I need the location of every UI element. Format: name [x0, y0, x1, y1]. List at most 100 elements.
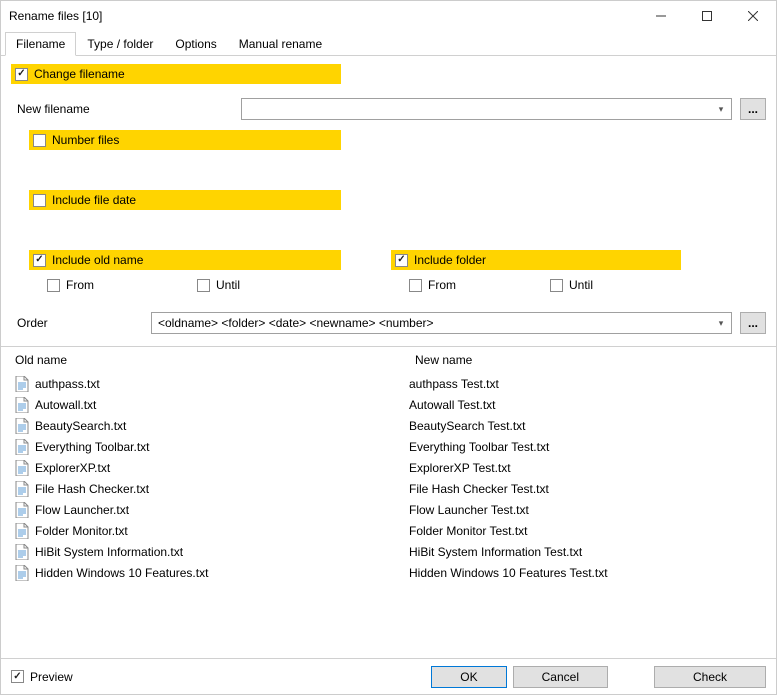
include-old-name-checkbox[interactable] [33, 254, 46, 267]
ok-button[interactable]: OK [431, 666, 506, 688]
file-new-name: BeautySearch Test.txt [409, 419, 762, 433]
file-old-name: HiBit System Information.txt [35, 545, 183, 559]
include-file-date-checkbox[interactable] [33, 194, 46, 207]
new-filename-combo[interactable]: ▾ [241, 98, 732, 120]
text-file-icon [15, 376, 29, 392]
window-controls [638, 1, 776, 31]
file-row[interactable]: Everything Toolbar.txt Everything Toolbar… [15, 436, 762, 457]
column-header-old[interactable]: Old name [15, 353, 415, 367]
file-old-name: ExplorerXP.txt [35, 461, 110, 475]
include-folder-checkbox[interactable] [395, 254, 408, 267]
text-file-icon [15, 502, 29, 518]
file-row[interactable]: ExplorerXP.txt ExplorerXP Test.txt [15, 457, 762, 478]
file-row[interactable]: File Hash Checker.txt File Hash Checker T… [15, 478, 762, 499]
file-new-name: Flow Launcher Test.txt [409, 503, 762, 517]
folder-until-checkbox[interactable] [550, 279, 563, 292]
old-name-range-row: From Until [29, 278, 361, 292]
old-name-from-label: From [66, 278, 94, 292]
tab-options[interactable]: Options [164, 32, 227, 56]
file-new-name: ExplorerXP Test.txt [409, 461, 762, 475]
footer: Preview OK Cancel Check [1, 658, 776, 694]
order-row: Order <oldname> <folder> <date> <newname… [11, 312, 766, 334]
file-new-name: Hidden Windows 10 Features Test.txt [409, 566, 762, 580]
rename-files-window: Rename files [10] Filename Type / folder… [0, 0, 777, 695]
tab-bar: Filename Type / folder Options Manual re… [1, 31, 776, 56]
number-files-row: Number files [11, 130, 766, 150]
chevron-down-icon: ▾ [713, 101, 729, 117]
file-list[interactable]: authpass.txt authpass Test.txt Autowall.tx… [11, 373, 766, 658]
tab-content: Change filename New filename ▾ ... Numbe… [1, 56, 776, 658]
file-new-name: HiBit System Information Test.txt [409, 545, 762, 559]
include-file-date-row: Include file date [11, 190, 766, 210]
cancel-button[interactable]: Cancel [513, 666, 608, 688]
file-old-name: Folder Monitor.txt [35, 524, 128, 538]
change-filename-highlight: Change filename [11, 64, 341, 84]
text-file-icon [15, 481, 29, 497]
file-old-name: Flow Launcher.txt [35, 503, 129, 517]
text-file-icon [15, 460, 29, 476]
include-row: Include old name From Until Include [11, 250, 766, 292]
include-old-name-highlight: Include old name [29, 250, 341, 270]
change-filename-row: Change filename [11, 64, 766, 84]
folder-until-label: Until [569, 278, 593, 292]
text-file-icon [15, 523, 29, 539]
new-filename-label: New filename [11, 102, 121, 116]
include-folder-highlight: Include folder [391, 250, 681, 270]
preview-option: Preview [11, 670, 425, 684]
include-folder-label: Include folder [414, 253, 486, 267]
file-old-name: Everything Toolbar.txt [35, 440, 150, 454]
window-title: Rename files [10] [9, 9, 638, 23]
maximize-button[interactable] [684, 1, 730, 31]
file-row[interactable]: Autowall.txt Autowall Test.txt [15, 394, 762, 415]
old-name-from-checkbox[interactable] [47, 279, 60, 292]
file-row[interactable]: Folder Monitor.txt Folder Monitor Test.tx… [15, 520, 762, 541]
preview-label: Preview [30, 670, 73, 684]
file-row[interactable]: BeautySearch.txt BeautySearch Test.txt [15, 415, 762, 436]
file-old-name: Hidden Windows 10 Features.txt [35, 566, 208, 580]
folder-from-label: From [428, 278, 456, 292]
minimize-button[interactable] [638, 1, 684, 31]
check-button[interactable]: Check [654, 666, 766, 688]
text-file-icon [15, 565, 29, 581]
new-filename-row: New filename ▾ ... [11, 98, 766, 120]
number-files-label: Number files [52, 133, 119, 147]
order-value: <oldname> <folder> <date> <newname> <num… [158, 316, 434, 330]
file-new-name: Folder Monitor Test.txt [409, 524, 762, 538]
browse-button[interactable]: ... [740, 98, 766, 120]
file-new-name: authpass Test.txt [409, 377, 762, 391]
file-row[interactable]: HiBit System Information.txt HiBit System… [15, 541, 762, 562]
tab-type-folder[interactable]: Type / folder [76, 32, 164, 56]
file-old-name: authpass.txt [35, 377, 100, 391]
order-browse-button[interactable]: ... [740, 312, 766, 334]
file-row[interactable]: Hidden Windows 10 Features.txt Hidden Win… [15, 562, 762, 583]
text-file-icon [15, 418, 29, 434]
tab-manual-rename[interactable]: Manual rename [228, 32, 333, 56]
file-old-name: BeautySearch.txt [35, 419, 126, 433]
text-file-icon [15, 544, 29, 560]
file-old-name: Autowall.txt [35, 398, 96, 412]
file-new-name: Autowall Test.txt [409, 398, 762, 412]
folder-from-checkbox[interactable] [409, 279, 422, 292]
old-name-until-checkbox[interactable] [197, 279, 210, 292]
text-file-icon [15, 397, 29, 413]
change-filename-label: Change filename [34, 67, 125, 81]
folder-range-row: From Until [391, 278, 691, 292]
include-old-name-label: Include old name [52, 253, 143, 267]
old-name-until-label: Until [216, 278, 240, 292]
change-filename-checkbox[interactable] [15, 68, 28, 81]
preview-checkbox[interactable] [11, 670, 24, 683]
column-header-new[interactable]: New name [415, 353, 762, 367]
file-new-name: Everything Toolbar Test.txt [409, 440, 762, 454]
file-row[interactable]: authpass.txt authpass Test.txt [15, 373, 762, 394]
file-old-name: File Hash Checker.txt [35, 482, 149, 496]
tab-filename[interactable]: Filename [5, 32, 76, 56]
number-files-checkbox[interactable] [33, 134, 46, 147]
order-combo[interactable]: <oldname> <folder> <date> <newname> <num… [151, 312, 732, 334]
include-file-date-label: Include file date [52, 193, 136, 207]
number-files-highlight: Number files [29, 130, 341, 150]
text-file-icon [15, 439, 29, 455]
close-button[interactable] [730, 1, 776, 31]
file-row[interactable]: Flow Launcher.txt Flow Launcher Test.txt [15, 499, 762, 520]
file-new-name: File Hash Checker Test.txt [409, 482, 762, 496]
order-label: Order [11, 316, 151, 330]
